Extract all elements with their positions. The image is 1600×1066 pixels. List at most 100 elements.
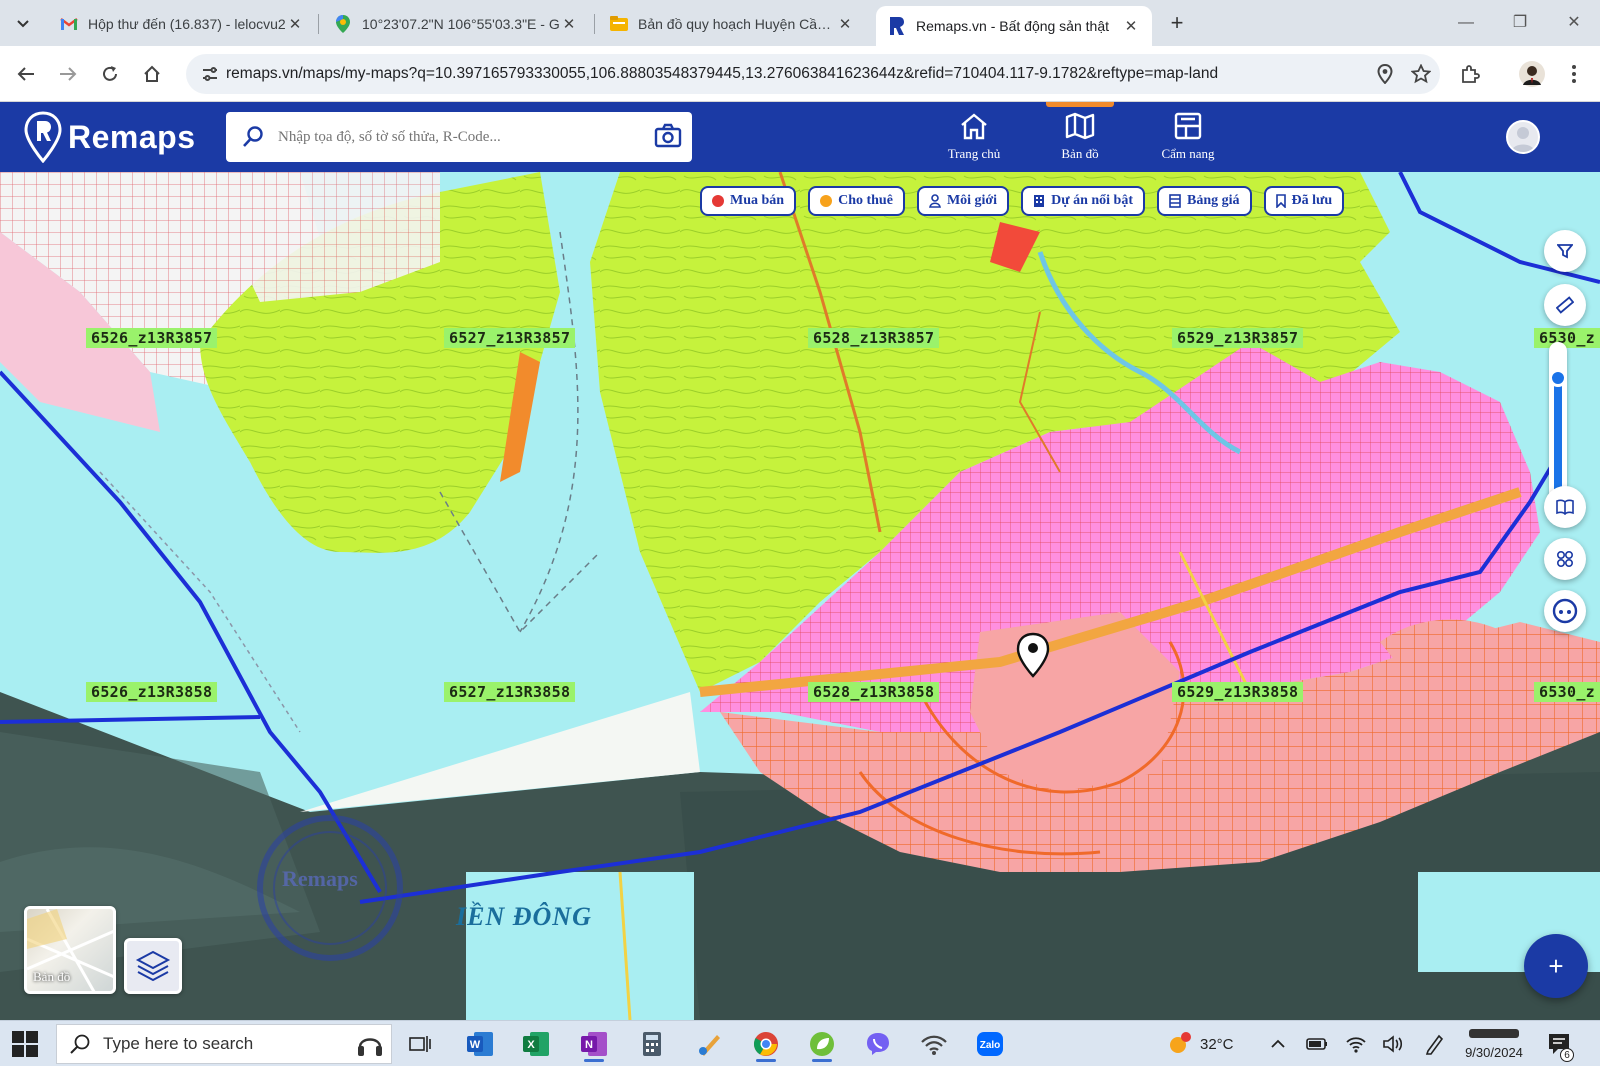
browser-tab-remaps[interactable]: Remaps.vn - Bất động sản thật ✕ (876, 6, 1152, 46)
tray-volume[interactable] (1382, 1021, 1404, 1066)
chip-price-table[interactable]: Bảng giá (1157, 186, 1252, 216)
close-icon[interactable]: ✕ (1122, 17, 1140, 35)
basemap-switcher[interactable]: Bản đồ (24, 906, 116, 994)
star-icon[interactable] (1410, 63, 1432, 85)
close-icon[interactable]: ✕ (836, 15, 854, 33)
filter-button[interactable] (1544, 230, 1586, 272)
basemap-label: Bản đồ (33, 969, 71, 984)
search-input[interactable] (278, 124, 618, 150)
system-clock[interactable]: 9/30/2024 (1456, 1024, 1532, 1062)
ruler-icon (1556, 296, 1574, 314)
extensions-button[interactable] (1454, 58, 1486, 90)
wifi-app-icon (921, 1035, 947, 1055)
taskbar-paint[interactable] (690, 1026, 730, 1062)
chip-saved[interactable]: Đã lưu (1263, 186, 1345, 216)
maps-pin-icon (334, 15, 352, 33)
taskbar-app-green[interactable] (802, 1026, 842, 1062)
arrow-left-icon (17, 67, 34, 81)
browser-menu-button[interactable] (1558, 58, 1590, 90)
taskbar-viber[interactable] (858, 1026, 898, 1062)
layers-button[interactable] (124, 938, 182, 994)
taskbar-onenote[interactable]: N (574, 1026, 614, 1062)
tray-battery[interactable] (1306, 1021, 1328, 1066)
url-text: remaps.vn/maps/my-maps?q=10.397165793330… (226, 65, 1219, 82)
user-icon (1511, 127, 1535, 152)
nav-handbook[interactable]: Cẩm nang (1148, 102, 1228, 172)
browser-toolbar: remaps.vn/maps/my-maps?q=10.397165793330… (0, 46, 1600, 102)
taskbar-search[interactable]: Type here to search (56, 1024, 392, 1064)
address-bar[interactable]: remaps.vn/maps/my-maps?q=10.397165793330… (186, 54, 1440, 94)
forward-button[interactable] (52, 58, 84, 90)
tray-overflow[interactable] (1270, 1021, 1286, 1066)
taskbar-word[interactable]: W (460, 1026, 500, 1062)
minimize-button[interactable]: — (1446, 8, 1486, 38)
reload-button[interactable] (94, 58, 126, 90)
book-button[interactable] (1544, 486, 1586, 528)
weather-widget[interactable]: 32°C (1166, 1021, 1234, 1066)
chip-buy-sell[interactable]: Mua bán (700, 186, 797, 216)
clock-time (1456, 1024, 1532, 1043)
new-tab-button[interactable]: + (1163, 10, 1191, 38)
tray-network[interactable] (1346, 1021, 1366, 1066)
chevron-up-icon (1271, 1039, 1285, 1048)
map-search-box[interactable] (226, 112, 692, 162)
taskbar-calculator[interactable] (632, 1026, 672, 1062)
tab-title: Remaps.vn - Bất động sản thật (916, 18, 1109, 34)
chip-rent[interactable]: Cho thuê (808, 186, 905, 216)
camera-icon[interactable] (654, 123, 682, 149)
app-header: Remaps Trang chủ Bản đồ Cẩm nang (0, 102, 1600, 172)
location-pin-icon[interactable] (1374, 63, 1396, 85)
taskbar-excel[interactable]: X (516, 1026, 556, 1062)
notification-center[interactable]: 6 (1546, 1021, 1574, 1066)
browser-tab-planning-map[interactable]: Bản đồ quy hoạch Huyện Cần G ✕ (598, 6, 866, 42)
zalo-icon: Zalo (977, 1032, 1003, 1056)
red-dot-icon (712, 195, 724, 207)
taskbar-chrome[interactable] (746, 1026, 786, 1062)
browser-tab-google-maps[interactable]: 10°23'07.2"N 106°55'03.3"E - G ✕ (322, 6, 590, 42)
add-button[interactable]: + (1524, 934, 1588, 998)
zoom-slider-handle[interactable] (1549, 369, 1567, 387)
tab-search-button[interactable] (8, 8, 38, 38)
close-icon[interactable]: ✕ (286, 15, 304, 33)
windows-start-icon[interactable] (12, 1031, 38, 1057)
speaker-icon (1383, 1035, 1403, 1053)
nav-home[interactable]: Trang chủ (934, 102, 1014, 172)
user-avatar[interactable] (1506, 120, 1540, 154)
location-marker-icon[interactable] (1016, 632, 1050, 683)
measure-button[interactable] (1544, 284, 1586, 326)
chip-broker[interactable]: Môi giới (916, 186, 1010, 216)
site-settings-icon[interactable] (200, 64, 220, 84)
weather-sun-icon (1170, 1032, 1191, 1053)
chatbot-button[interactable] (1544, 590, 1586, 632)
taskbar-zalo[interactable]: Zalo (970, 1026, 1010, 1062)
svg-text:X: X (527, 1039, 535, 1051)
home-button[interactable] (136, 58, 168, 90)
back-button[interactable] (10, 58, 42, 90)
close-icon[interactable]: ✕ (560, 15, 578, 33)
task-view-button[interactable] (400, 1026, 440, 1062)
excel-icon: X (523, 1032, 549, 1056)
chip-featured-projects[interactable]: Dự án nổi bật (1021, 186, 1145, 216)
planning-map-layers (0, 172, 1600, 1020)
profile-button[interactable] (1516, 58, 1548, 90)
search-icon (243, 126, 263, 147)
chip-label: Cho thuê (838, 193, 893, 208)
sheet-label: 6526_z13R3857 (86, 328, 218, 348)
tray-pen[interactable] (1424, 1021, 1444, 1066)
nav-map[interactable]: Bản đồ (1040, 102, 1120, 172)
remaps-logo[interactable]: Remaps (24, 110, 196, 164)
sheet-label: 6528_z13R3858 (808, 682, 940, 702)
sheet-label: 6530_z (1534, 682, 1600, 702)
apps-button[interactable] (1544, 538, 1586, 580)
active-nav-indicator (1046, 102, 1114, 107)
chip-label: Dự án nổi bật (1051, 193, 1133, 208)
word-icon: W (467, 1032, 493, 1056)
browser-tab-gmail[interactable]: Hộp thư đến (16.837) - lelocvu2 ✕ (48, 6, 316, 42)
close-window-button[interactable]: ✕ (1554, 8, 1594, 38)
weather-temp: 32°C (1200, 1035, 1234, 1053)
home-icon (144, 65, 160, 82)
restore-button[interactable]: ❐ (1500, 8, 1540, 38)
chip-label: Bảng giá (1187, 193, 1240, 208)
map-canvas[interactable]: Remaps 6526_z13R3857 6527_z13R3857 6528_… (0, 172, 1600, 1020)
taskbar-network-app[interactable] (914, 1026, 954, 1062)
